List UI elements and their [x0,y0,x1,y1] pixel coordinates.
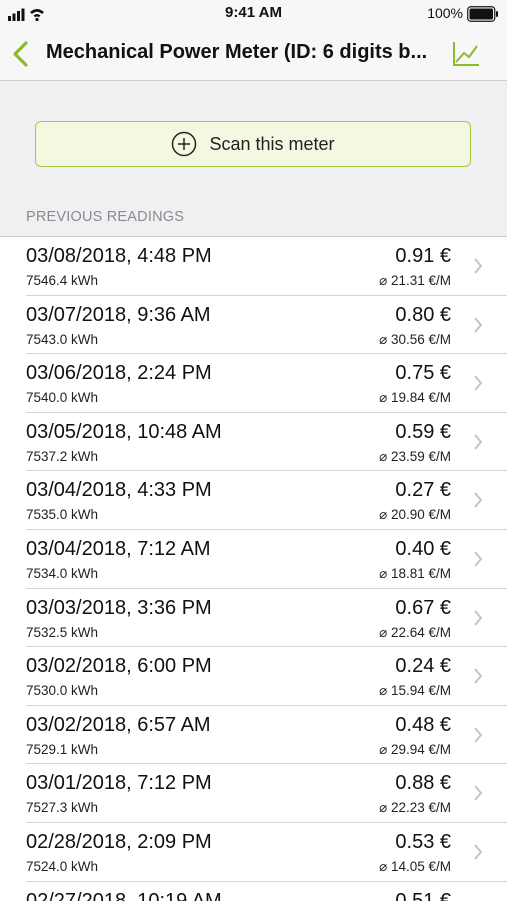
scan-button-label: Scan this meter [209,133,335,154]
reading-price: 0.91 € [395,245,451,267]
chevron-right-icon [474,727,483,743]
battery-icon [467,6,498,22]
reading-date: 03/04/2018, 4:33 PM [26,479,212,502]
reading-date: 03/02/2018, 6:57 AM [26,713,211,736]
reading-date: 03/03/2018, 3:36 PM [26,596,212,619]
battery-percent: 100% [427,5,463,21]
reading-row[interactable]: 03/04/2018, 7:12 AM 7534.0 kWh 0.40 € ⌀ … [0,529,507,589]
reading-row[interactable]: 03/06/2018, 2:24 PM 7540.0 kWh 0.75 € ⌀ … [0,354,507,413]
chevron-right-icon [474,316,483,333]
scan-meter-button[interactable]: Scan this meter [35,121,471,167]
chevron-right-icon [474,785,483,801]
section-header: PREVIOUS READINGS [26,209,185,225]
reading-price: 0.75 € [395,362,451,385]
reading-date: 02/28/2018, 2:09 PM [26,830,212,853]
reading-average: ⌀ 14.05 €/M [379,858,451,874]
back-chevron-icon[interactable] [10,40,34,68]
chevron-right-icon [474,492,483,509]
reading-average: ⌀ 22.23 €/M [379,800,451,816]
chevron-right-icon [474,258,483,274]
chevron-right-icon [474,609,483,626]
reading-kwh: 7527.3 kWh [26,800,99,816]
nav-bar: Mechanical Power Meter (ID: 6 digits b..… [0,28,507,81]
reading-price: 0.51 € [395,889,451,901]
reading-kwh: 7532.5 kWh [26,624,99,640]
plus-circle-icon [172,131,197,157]
reading-average: ⌀ 30.56 €/M [379,331,451,347]
reading-date: 03/06/2018, 2:24 PM [26,362,212,385]
reading-kwh: 7540.0 kWh [26,390,99,406]
chevron-right-icon [474,434,483,450]
reading-row[interactable]: 03/07/2018, 9:36 AM 7543.0 kWh 0.80 € ⌀ … [0,295,507,355]
reading-kwh: 7534.0 kWh [26,565,99,581]
reading-price: 0.88 € [395,772,451,795]
readings-list: 03/08/2018, 4:48 PM 7546.4 kWh 0.91 € ⌀ … [0,236,507,901]
chevron-right-icon [474,668,483,684]
reading-average: ⌀ 19.84 €/M [379,390,451,406]
reading-row[interactable]: 03/08/2018, 4:48 PM 7546.4 kWh 0.91 € ⌀ … [0,237,507,296]
reading-average: ⌀ 18.81 €/M [379,565,451,581]
reading-row[interactable]: 03/04/2018, 4:33 PM 7535.0 kWh 0.27 € ⌀ … [0,471,507,530]
reading-kwh: 7546.4 kWh [26,273,99,288]
reading-date: 03/01/2018, 7:12 PM [26,772,212,795]
reading-row[interactable]: 03/01/2018, 7:12 PM 7527.3 kWh 0.88 € ⌀ … [0,764,507,823]
reading-price: 0.27 € [395,479,451,502]
reading-kwh: 7537.2 kWh [26,448,99,464]
reading-average: ⌀ 21.31 €/M [379,273,451,288]
reading-date: 03/04/2018, 7:12 AM [26,537,211,560]
reading-kwh: 7535.0 kWh [26,507,99,523]
reading-price: 0.67 € [395,596,451,619]
chevron-right-icon [474,551,483,567]
reading-price: 0.80 € [395,303,451,326]
reading-row[interactable]: 02/28/2018, 2:09 PM 7524.0 kWh 0.53 € ⌀ … [0,822,507,882]
reading-date: 02/27/2018, 10:19 AM [26,889,222,901]
chart-icon[interactable] [451,40,481,68]
reading-row[interactable]: 03/03/2018, 3:36 PM 7532.5 kWh 0.67 € ⌀ … [0,588,507,648]
reading-price: 0.24 € [395,655,451,678]
reading-row[interactable]: 03/02/2018, 6:00 PM 7530.0 kWh 0.24 € ⌀ … [0,647,507,706]
reading-date: 03/02/2018, 6:00 PM [26,655,212,678]
reading-average: ⌀ 29.94 €/M [379,741,451,757]
reading-average: ⌀ 22.64 €/M [379,624,451,640]
reading-price: 0.59 € [395,420,451,443]
chevron-right-icon [474,844,483,860]
reading-kwh: 7524.0 kWh [26,858,99,874]
reading-row[interactable]: 03/05/2018, 10:48 AM 7537.2 kWh 0.59 € ⌀… [0,412,507,472]
reading-date: 03/08/2018, 4:48 PM [26,245,212,267]
reading-kwh: 7543.0 kWh [26,331,99,347]
reading-average: ⌀ 20.90 €/M [379,507,451,523]
reading-price: 0.40 € [395,537,451,560]
status-bar: 9:41 AM 100% [0,0,507,28]
reading-kwh: 7529.1 kWh [26,741,99,757]
reading-price: 0.53 € [395,830,451,853]
reading-row[interactable]: 02/27/2018, 10:19 AM 0.51 € [0,881,507,901]
reading-kwh: 7530.0 kWh [26,683,99,699]
reading-price: 0.48 € [395,713,451,736]
reading-date: 03/07/2018, 9:36 AM [26,303,211,326]
page-title: Mechanical Power Meter (ID: 6 digits b..… [46,41,428,63]
reading-average: ⌀ 23.59 €/M [379,448,451,464]
reading-row[interactable]: 03/02/2018, 6:57 AM 7529.1 kWh 0.48 € ⌀ … [0,705,507,765]
reading-date: 03/05/2018, 10:48 AM [26,420,222,443]
chevron-right-icon [474,375,483,391]
reading-average: ⌀ 15.94 €/M [379,683,451,699]
